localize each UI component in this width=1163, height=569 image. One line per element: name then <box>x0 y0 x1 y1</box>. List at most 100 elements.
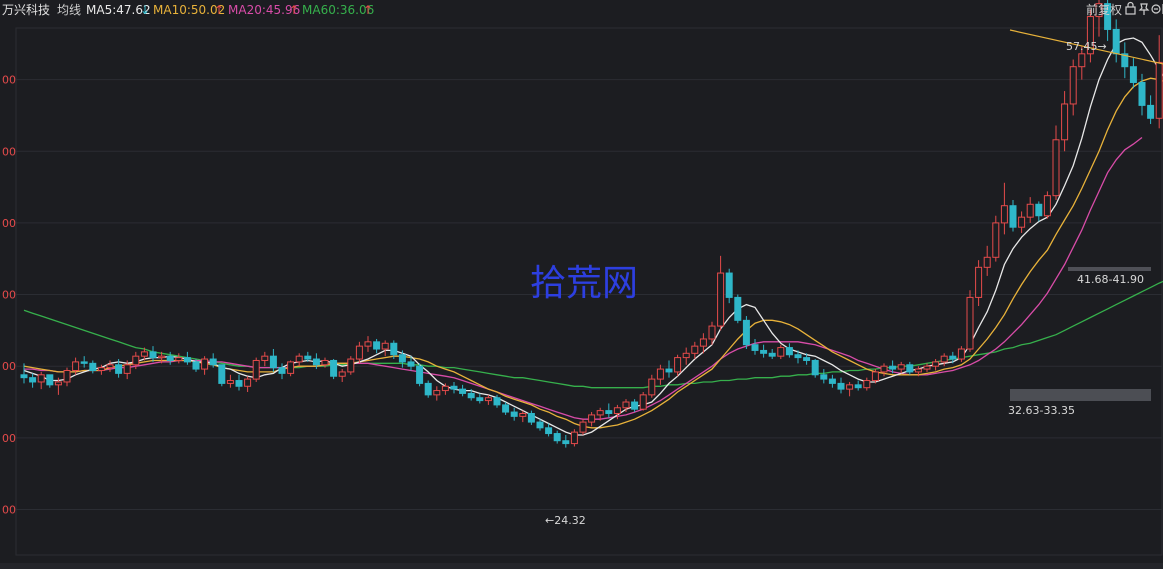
label-high-57-45: 57.45→ <box>1066 40 1107 53</box>
candle-body <box>115 364 123 374</box>
candle-body <box>304 355 312 360</box>
candle[interactable] <box>570 429 578 447</box>
candle-body <box>1000 205 1008 224</box>
candle-body <box>880 365 888 373</box>
zone-32-63-33-35 <box>1010 389 1151 401</box>
candle-body <box>914 368 922 373</box>
candle-body <box>459 388 467 394</box>
y-tick-label: 00 <box>2 145 16 158</box>
candle-body <box>863 380 871 389</box>
candle-body <box>562 440 570 445</box>
candle[interactable] <box>734 294 742 324</box>
candle-body <box>708 325 716 340</box>
candle-body <box>149 351 157 359</box>
ma60-up-arrow-icon: ↑ <box>363 3 373 17</box>
candle-body <box>734 296 742 321</box>
candle-body <box>949 355 957 360</box>
candle-body <box>192 361 200 370</box>
candle-body <box>682 352 690 359</box>
candle-body <box>760 349 768 354</box>
candle[interactable] <box>424 380 432 398</box>
candle[interactable] <box>992 215 1000 262</box>
candle-body <box>622 401 630 409</box>
candle-body <box>777 347 785 357</box>
candle-body <box>742 319 750 346</box>
candle-body <box>381 342 389 350</box>
candle-body <box>261 355 269 361</box>
adjust-mode-button[interactable]: 前复权 <box>1086 2 1122 17</box>
candle-body <box>699 338 707 347</box>
candle-body <box>450 385 458 390</box>
candle-body <box>751 344 759 351</box>
candle-body <box>854 384 862 389</box>
candle-body <box>355 345 363 360</box>
candle-body <box>1147 104 1155 119</box>
candle-body <box>175 357 183 361</box>
candle-body <box>89 362 97 371</box>
candle[interactable] <box>639 391 647 411</box>
candle-body <box>785 347 793 356</box>
candle-body <box>390 342 398 356</box>
candle[interactable] <box>811 359 819 378</box>
candle[interactable] <box>347 356 355 375</box>
candle-body <box>1155 61 1163 119</box>
candle-body <box>433 390 441 396</box>
candle-body <box>983 256 991 268</box>
candle[interactable] <box>218 364 226 387</box>
candle-body <box>932 361 940 367</box>
candle[interactable] <box>742 316 750 350</box>
candle-body <box>1009 205 1017 228</box>
label-low-24-32: ←24.32 <box>545 514 586 527</box>
candle-body <box>373 341 381 350</box>
candle-body <box>889 365 897 370</box>
candle-body <box>1035 203 1043 217</box>
candle-body <box>441 385 449 392</box>
candle-body <box>132 355 140 366</box>
candle-body <box>287 361 295 374</box>
y-tick-label: 00 <box>2 217 16 230</box>
candle-body <box>29 377 37 383</box>
ma20-up-arrow-icon: ↑ <box>289 3 299 17</box>
candle-body <box>407 361 415 367</box>
candle[interactable] <box>966 290 974 352</box>
candle-body <box>244 378 252 387</box>
zone-41-68-41-90 <box>1068 267 1151 271</box>
candle-body <box>72 361 80 371</box>
y-tick-label: 00 <box>2 360 16 373</box>
candle-body <box>613 407 621 414</box>
candle-body <box>1138 81 1146 106</box>
candle-body <box>768 352 776 357</box>
kline-chart[interactable]: 00 00 00 00 00 00 00 57.45→ ←24.32 41.68-41.90 32… <box>0 0 1163 569</box>
y-tick-label: 00 <box>2 504 16 517</box>
candle-body <box>252 359 260 380</box>
candle-body <box>140 351 148 357</box>
candle-body <box>1052 139 1060 197</box>
candle-body <box>278 367 286 374</box>
candle-body <box>510 411 518 417</box>
candle-body <box>1112 28 1120 55</box>
candle[interactable] <box>330 359 338 380</box>
candle[interactable] <box>252 357 260 382</box>
candle-body <box>846 384 854 390</box>
candle-body <box>570 431 578 445</box>
candle-body <box>20 374 28 379</box>
candle-body <box>46 374 54 386</box>
candle-body <box>484 397 492 402</box>
mode-label[interactable]: 均线 <box>57 3 81 17</box>
y-tick-label: 00 <box>2 289 16 302</box>
candle-body <box>201 358 209 370</box>
candle-body <box>871 371 879 382</box>
candle-body <box>957 348 965 360</box>
candle-body <box>416 365 424 384</box>
stock-name[interactable]: 万兴科技 <box>2 3 50 17</box>
candle-body <box>364 341 372 347</box>
candle[interactable] <box>416 363 424 387</box>
candle-body <box>596 410 604 416</box>
candle-body <box>605 410 613 414</box>
candle-body <box>527 412 535 423</box>
bottom-strip <box>0 563 1163 569</box>
candle[interactable] <box>1043 191 1051 219</box>
candle-body <box>674 357 682 373</box>
candle-body <box>269 355 277 369</box>
candle-body <box>648 378 656 396</box>
